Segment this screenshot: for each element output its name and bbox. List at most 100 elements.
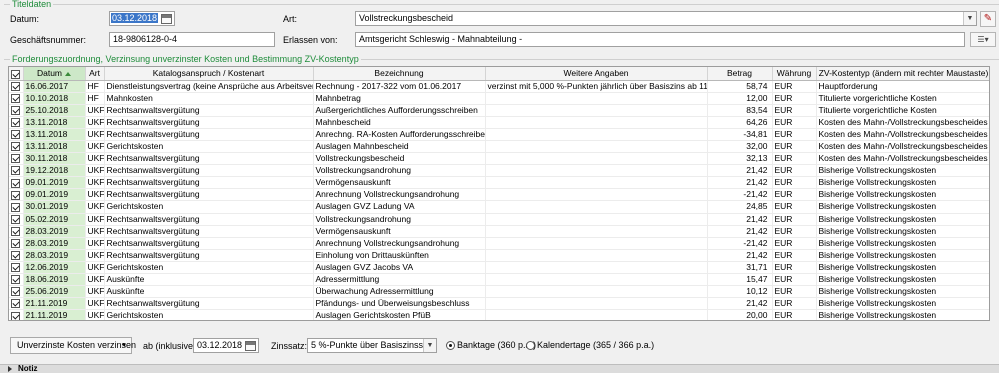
chevron-down-icon[interactable]: ▼: [963, 12, 976, 25]
table-row[interactable]: 30.01.2019 UKF Gerichtskosten Auslagen GVZ …: [9, 200, 989, 214]
edit-pencil-icon[interactable]: ✎: [980, 11, 996, 27]
datum-field[interactable]: 03.12.2018: [109, 11, 175, 26]
art-select[interactable]: Vollstreckungsbescheid ▼: [355, 11, 977, 26]
table-row[interactable]: 25.10.2018 UKF Rechtsanwaltsvergütung Außer…: [9, 104, 989, 117]
table-row[interactable]: 30.11.2018 UKF Rechtsanwaltsvergütung Volls…: [9, 152, 989, 166]
checkbox-checked-icon[interactable]: [11, 93, 21, 103]
row-checkbox[interactable]: [9, 261, 24, 275]
table-row[interactable]: 18.06.2019 UKF Auskünfte Adressermittlung 15…: [9, 273, 989, 287]
checkbox-checked-icon[interactable]: [11, 166, 21, 176]
table-row[interactable]: 16.06.2017 HF Dienstleistungsvertrag (kein…: [9, 80, 989, 93]
row-checkbox[interactable]: [9, 225, 24, 238]
checkbox-checked-icon[interactable]: [11, 275, 21, 285]
column-header-weitere[interactable]: Weitere Angaben: [485, 67, 708, 81]
checkbox-checked-icon[interactable]: [11, 118, 21, 128]
checkbox-checked-icon[interactable]: [11, 154, 21, 164]
checkbox-checked-icon[interactable]: [11, 105, 21, 115]
table-row[interactable]: 13.11.2018 UKF Gerichtskosten Auslagen Mahn…: [9, 140, 989, 154]
checkbox-checked-icon[interactable]: [11, 81, 21, 91]
column-header-waehrung[interactable]: Währung: [772, 67, 817, 81]
column-header-zvtyp[interactable]: ZV-Kostentyp (ändern mit rechter Maustas…: [816, 67, 989, 81]
checkbox-checked-icon[interactable]: [11, 202, 21, 212]
row-checkbox[interactable]: [9, 285, 24, 299]
column-header-art[interactable]: Art: [85, 67, 105, 81]
checkbox-checked-icon[interactable]: [11, 226, 21, 236]
calendar-icon[interactable]: [245, 341, 256, 351]
select-all-checkbox[interactable]: [9, 67, 24, 81]
checkbox-checked-icon[interactable]: [11, 130, 21, 140]
calendar-icon[interactable]: [161, 14, 172, 24]
checkbox-checked-icon[interactable]: [11, 214, 21, 224]
row-checkbox[interactable]: [9, 237, 24, 250]
table-row[interactable]: 28.03.2019 UKF Rechtsanwaltsvergütung Einho…: [9, 249, 989, 262]
table-row[interactable]: 21.11.2019 UKF Gerichtskosten Auslagen Geri…: [9, 309, 989, 320]
table-row[interactable]: 05.02.2019 UKF Rechtsanwaltsvergütung Volls…: [9, 213, 989, 226]
table-row[interactable]: 28.03.2019 UKF Rechtsanwaltsvergütung Anrec…: [9, 237, 989, 250]
table-row[interactable]: 10.10.2018 HF Mahnkosten Mahnbetrag 12,00 EUR…: [9, 92, 989, 105]
checkbox-checked-icon[interactable]: [11, 299, 21, 309]
row-checkbox[interactable]: [9, 116, 24, 129]
row-checkbox[interactable]: [9, 309, 24, 320]
geschaeftsnummer-field[interactable]: 18-9806128-0-4: [109, 32, 275, 47]
verzinsen-button[interactable]: Unverzinste Kosten verzinsen ▾: [10, 337, 136, 354]
column-header-bezeichnung[interactable]: Bezeichnung: [313, 67, 486, 81]
cell-betrag: 31,71: [707, 261, 773, 275]
table-row[interactable]: 28.03.2019 UKF Rechtsanwaltsvergütung Vermö…: [9, 225, 989, 238]
cell-betrag: -21,42: [707, 237, 773, 250]
zinssatz-select[interactable]: 5 %-Punkte über Basiszinssatz ▼: [307, 338, 437, 353]
cell-waehrung: EUR: [772, 140, 817, 154]
column-header-katalog[interactable]: Katalogsanspruch / Kostenart: [104, 67, 314, 81]
forderung-table[interactable]: Datum Art Katalogsanspruch / Kostenart B…: [8, 66, 990, 321]
table-row[interactable]: 12.06.2019 UKF Gerichtskosten Auslagen GVZ …: [9, 261, 989, 275]
cell-bezeichnung: Auslagen GVZ Ladung VA: [313, 200, 486, 214]
cell-betrag: 20,00: [707, 309, 773, 320]
table-row[interactable]: 13.11.2018 UKF Rechtsanwaltsvergütung Anrec…: [9, 128, 989, 141]
banktage-radio[interactable]: [446, 341, 455, 350]
row-checkbox[interactable]: [9, 188, 24, 202]
checkbox-checked-icon[interactable]: [11, 142, 21, 152]
row-checkbox[interactable]: [9, 200, 24, 214]
ab-date-field[interactable]: 03.12.2018: [193, 338, 259, 353]
table-row[interactable]: 25.06.2019 UKF Auskünfte Überwachung Adress…: [9, 285, 989, 299]
table-row[interactable]: 13.11.2018 UKF Rechtsanwaltsvergütung Mahnb…: [9, 116, 989, 129]
checkbox-checked-icon[interactable]: [11, 190, 21, 200]
row-checkbox[interactable]: [9, 273, 24, 287]
expand-arrow-icon[interactable]: [8, 366, 12, 372]
column-header-datum[interactable]: Datum: [23, 67, 86, 81]
row-checkbox[interactable]: [9, 104, 24, 117]
table-row[interactable]: 21.11.2019 UKF Rechtsanwaltsvergütung Pfänd…: [9, 297, 989, 311]
cell-waehrung: EUR: [772, 261, 817, 275]
row-checkbox[interactable]: [9, 128, 24, 141]
checkbox-checked-icon[interactable]: [11, 311, 21, 320]
row-checkbox[interactable]: [9, 297, 24, 311]
checkbox-checked-icon[interactable]: [11, 287, 21, 297]
column-header-betrag[interactable]: Betrag: [707, 67, 773, 81]
row-checkbox[interactable]: [9, 80, 24, 93]
row-checkbox[interactable]: [9, 249, 24, 262]
table-row[interactable]: 09.01.2019 UKF Rechtsanwaltsvergütung Vermö…: [9, 176, 989, 190]
list-menu-icon[interactable]: ☰▾: [970, 32, 996, 47]
row-checkbox[interactable]: [9, 140, 24, 154]
cell-waehrung: EUR: [772, 213, 817, 226]
chevron-down-icon[interactable]: ▼: [423, 339, 436, 352]
kalendertage-radio[interactable]: [526, 341, 535, 350]
ab-label: ab (inklusive):: [143, 341, 199, 351]
table-row[interactable]: 09.01.2019 UKF Rechtsanwaltsvergütung Anrec…: [9, 188, 989, 202]
row-checkbox[interactable]: [9, 164, 24, 178]
row-checkbox[interactable]: [9, 176, 24, 190]
erlassen-field[interactable]: Amtsgericht Schleswig - Mahnabteilung -: [355, 32, 965, 47]
checkbox-checked-icon[interactable]: [11, 239, 21, 249]
table-row[interactable]: 19.12.2018 UKF Rechtsanwaltsvergütung Volls…: [9, 164, 989, 178]
row-checkbox[interactable]: [9, 152, 24, 166]
notiz-panel-header[interactable]: [0, 364, 999, 373]
checkbox-checked-icon[interactable]: [11, 251, 21, 261]
checkbox-checked-icon[interactable]: [11, 263, 21, 273]
row-checkbox[interactable]: [9, 92, 24, 105]
checkbox-checked-icon[interactable]: [11, 178, 21, 188]
row-checkbox[interactable]: [9, 213, 24, 226]
cell-katalog: Auskünfte: [104, 285, 314, 299]
kalendertage-label[interactable]: Kalendertage (365 / 366 p.a.): [537, 339, 654, 351]
cell-waehrung: EUR: [772, 309, 817, 320]
banktage-label[interactable]: Banktage (360 p.a.): [457, 339, 536, 351]
cell-waehrung: EUR: [772, 92, 817, 105]
